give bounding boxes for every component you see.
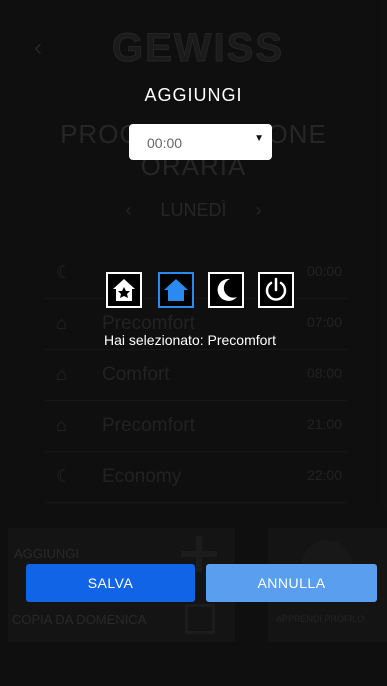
off-power-icon xyxy=(265,277,287,301)
selection-status-text: Hai selezionato: Precomfort xyxy=(104,332,276,348)
off-mode-button[interactable] xyxy=(258,272,294,308)
time-select-value: 00:00 xyxy=(147,135,183,151)
modal-title: AGGIUNGI xyxy=(144,85,243,105)
precomfort-icon xyxy=(164,279,188,301)
comfort-icon xyxy=(113,279,135,301)
cancel-button[interactable]: ANNULLA xyxy=(206,564,377,602)
comfort-mode-button[interactable] xyxy=(106,272,142,308)
economy-mode-button[interactable] xyxy=(208,272,244,308)
dropdown-caret-icon: ▼ xyxy=(254,133,264,144)
mode-selector xyxy=(106,272,296,312)
economy-moon-icon xyxy=(217,278,237,301)
save-button[interactable]: SALVA xyxy=(26,564,195,602)
time-select[interactable]: 00:00 ▼ xyxy=(129,124,272,160)
precomfort-mode-button[interactable] xyxy=(158,272,194,308)
